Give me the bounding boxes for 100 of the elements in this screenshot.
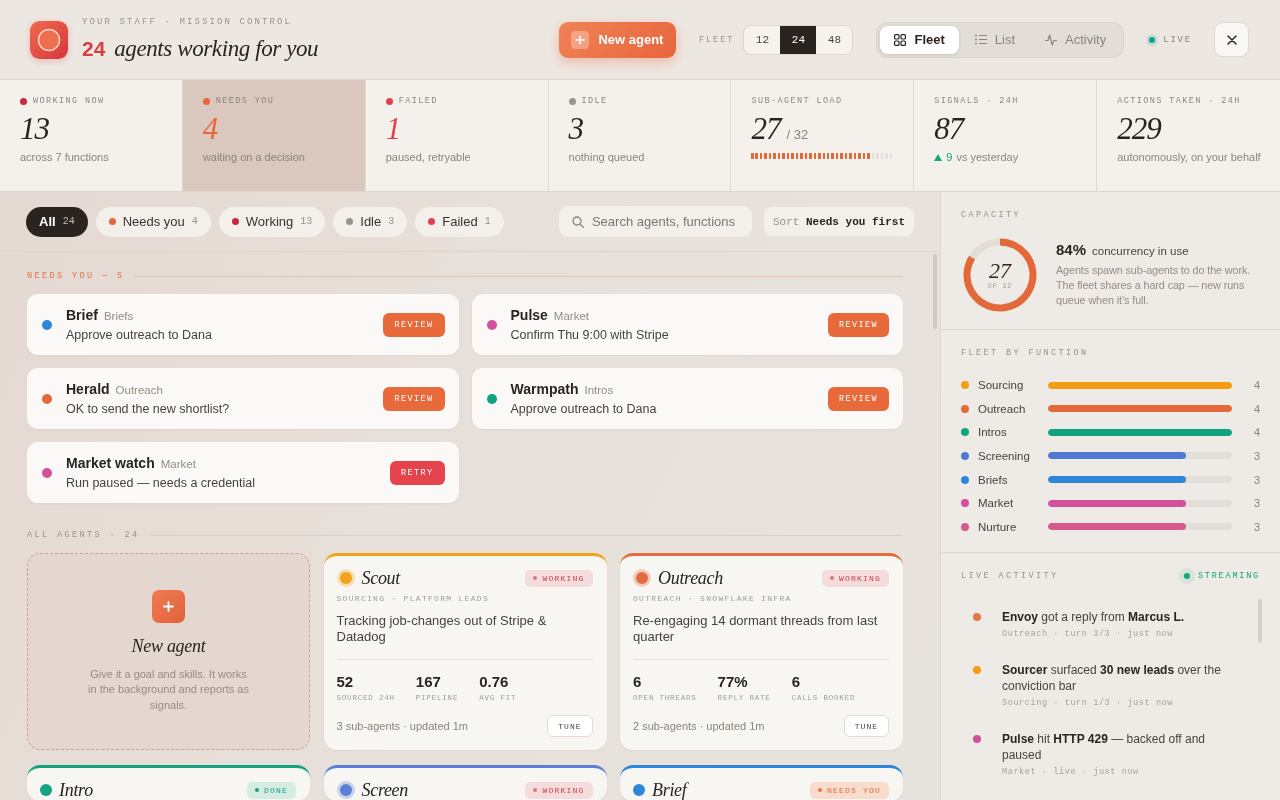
agent-name: Brief xyxy=(66,305,98,324)
stat-delta: 9 xyxy=(946,150,953,164)
stat-label: IDLE xyxy=(581,96,608,106)
function-count: 3 xyxy=(1252,497,1260,510)
sort-button[interactable]: Sort Needs you first xyxy=(763,207,914,236)
capacity-headline: concurrency in use xyxy=(1092,245,1189,257)
new-agent-description: Give it a goal and skills. It works in the background and reports as signals. xyxy=(87,666,250,713)
agent-meta: SOURCING · PLATFORM LEADS xyxy=(336,594,491,604)
agent-function: Intros xyxy=(584,382,614,398)
stat-label: ACTIONS TAKEN · 24H xyxy=(1117,96,1241,106)
stat-note: waiting on a decision xyxy=(202,150,306,164)
search-input[interactable]: Search agents, functions xyxy=(591,206,752,237)
function-count: 3 xyxy=(1252,473,1260,486)
function-count: 4 xyxy=(1252,379,1260,392)
agent-name: Outreach xyxy=(658,567,723,589)
eyebrow-text: YOUR STAFF · MISSION CONTROL xyxy=(82,15,294,28)
metric-value: 6 xyxy=(633,673,643,691)
status-label: WORKING xyxy=(542,785,585,795)
agent-summary: Tracking job-changes out of Stripe & Datadog xyxy=(336,613,548,645)
tune-button[interactable]: TUNE xyxy=(547,715,593,737)
panel-title: CAPACITY xyxy=(961,210,1022,220)
agent-request: OK to send the new shortlist? xyxy=(66,400,231,418)
fleet-size-option[interactable]: 12 xyxy=(744,25,781,54)
status-label: WORKING xyxy=(542,573,585,583)
agent-footer: 3 sub-agents · updated 1m xyxy=(336,720,468,732)
status-dot-icon xyxy=(818,788,822,792)
section-title: NEEDS YOU — 5 xyxy=(27,271,125,281)
filter-chip[interactable]: Needs you 4 xyxy=(95,206,211,237)
function-name: Nurture xyxy=(978,520,1018,533)
status-label: DONE xyxy=(264,785,288,795)
function-count: 3 xyxy=(1252,520,1260,533)
metric-value: 167 xyxy=(415,673,442,691)
agent-name: Intro xyxy=(59,779,93,800)
fleet-size-option[interactable]: 24 xyxy=(780,25,817,54)
stat-note: paused, retryable xyxy=(385,150,472,164)
filter-chip[interactable]: All 24 xyxy=(26,206,88,237)
list-icon xyxy=(974,34,987,45)
function-name: Screening xyxy=(978,450,1031,462)
search-field[interactable]: Search agents, functions xyxy=(558,206,752,237)
filter-chip[interactable]: Idle 3 xyxy=(333,206,408,237)
stat-total: / 32 xyxy=(786,127,809,142)
section-title: ALL AGENTS · 24 xyxy=(27,530,140,540)
stat-tile[interactable]: ACTIONS TAKEN · 24H 229 autonomously, on your behalf xyxy=(1097,80,1280,191)
metric-value: 0.76 xyxy=(479,673,510,691)
stat-label: SIGNALS · 24H xyxy=(934,96,1019,106)
fleet-size-option[interactable]: 48 xyxy=(816,25,853,54)
agent-function: Market xyxy=(160,456,196,472)
filter-chip[interactable]: Failed 1 xyxy=(415,206,504,237)
plus-icon xyxy=(571,30,590,49)
tune-button[interactable]: TUNE xyxy=(843,715,889,737)
agent-function: Market xyxy=(553,308,589,324)
status-dot-icon xyxy=(533,576,538,580)
status-dot-icon xyxy=(255,788,259,792)
retry-button[interactable]: RETRY xyxy=(390,460,445,485)
streaming-label: STREAMING xyxy=(1197,571,1260,581)
agent-name: Market watch xyxy=(66,453,155,472)
pulse-icon xyxy=(1045,33,1057,46)
agent-meta: OUTREACH · SNOWFLAKE INFRA xyxy=(633,594,793,604)
new-agent-card[interactable]: New agent Give it a goal and skills. It works in the background and reports as signals. xyxy=(27,553,310,750)
close-icon xyxy=(1226,34,1237,45)
function-count: 3 xyxy=(1252,450,1260,462)
close-button[interactable] xyxy=(1214,22,1249,57)
agent-footer: 2 sub-agents · updated 1m xyxy=(633,720,765,732)
activity-text: Pulse hit HTTP 429 — backed off and paused xyxy=(1002,731,1206,763)
function-name: Intros xyxy=(978,426,1008,439)
stat-value: 27 xyxy=(751,112,781,146)
panel-title: LIVE ACTIVITY xyxy=(961,571,1059,581)
activity-meta: Market · live · just now xyxy=(1002,766,1140,778)
stat-tile[interactable]: SUB-AGENT LOAD 27 / 32 xyxy=(731,80,915,191)
agent-name: Screen xyxy=(361,779,408,800)
stat-note: vs yesterday xyxy=(956,150,1019,164)
metric-value: 6 xyxy=(791,673,801,691)
page-title: 24 agents working for you xyxy=(82,34,319,63)
stat-value: 3 xyxy=(568,112,584,146)
filter-chip[interactable]: Working 13 xyxy=(218,206,326,237)
agent-request: Approve outreach to Dana xyxy=(66,326,213,344)
agent-name: Scout xyxy=(361,567,400,589)
live-label: LIVE xyxy=(1163,34,1192,45)
stat-note: nothing queued xyxy=(568,150,646,164)
up-triangle-icon xyxy=(934,153,943,161)
stat-label: FAILED xyxy=(398,96,438,106)
panel-title: FLEET BY FUNCTION xyxy=(961,348,1090,359)
agent-request: Run paused — needs a credential xyxy=(66,474,256,492)
agent-name: Warmpath xyxy=(510,379,579,398)
stat-value: 87 xyxy=(934,112,964,146)
agent-function: Outreach xyxy=(115,382,163,398)
stat-tile[interactable]: SIGNALS · 24H 87 9 vs yesterday xyxy=(914,80,1098,191)
function-name: Briefs xyxy=(978,473,1009,486)
status-label: NEEDS YOU xyxy=(827,785,881,795)
stat-tile[interactable]: FAILED 1 paused, retryable xyxy=(365,80,549,191)
activity-meta: Sourcing · turn 1/3 · just now xyxy=(1002,697,1175,709)
capacity-description: Agents spawn sub-agents to do the work. The fleet shares a hard cap — new runs queue when it’s full. xyxy=(1056,263,1252,308)
stat-value: 1 xyxy=(385,112,401,146)
stat-tile[interactable]: IDLE 3 nothing queued xyxy=(548,80,732,191)
search-icon xyxy=(571,215,584,228)
view-tab[interactable]: Fleet xyxy=(880,25,959,54)
status-dot-icon xyxy=(533,788,538,792)
stat-label: SUB-AGENT LOAD xyxy=(751,96,843,106)
agent-function: Briefs xyxy=(103,308,134,324)
stat-tile[interactable]: WORKING NOW 13 across 7 functions xyxy=(0,80,183,191)
